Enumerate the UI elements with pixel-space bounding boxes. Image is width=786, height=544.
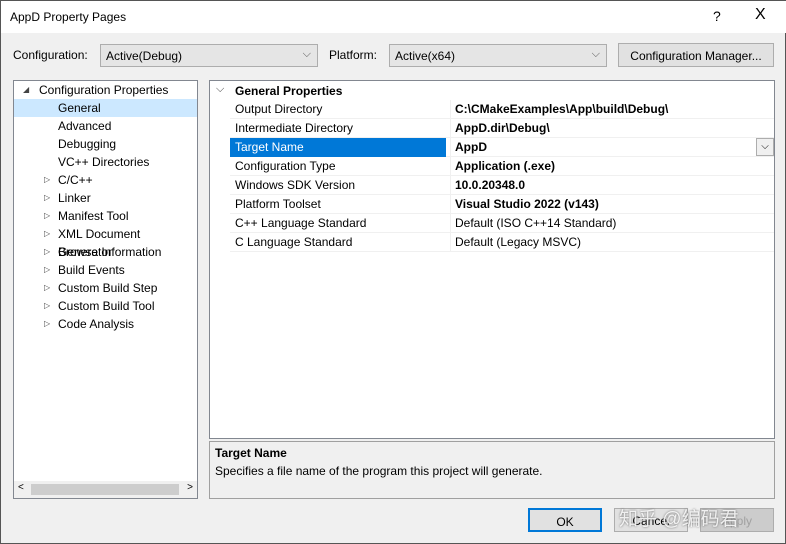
property-row[interactable]: C Language Standard Default (Legacy MSVC) — [230, 233, 774, 252]
property-row[interactable]: Windows SDK Version 10.0.20348.0 — [230, 176, 774, 195]
tree-item[interactable]: ▷ Code Analysis — [14, 315, 197, 333]
tree-item-label: Build Events — [58, 263, 125, 277]
scroll-right-icon[interactable]: > — [187, 482, 193, 493]
property-row[interactable]: Platform Toolset Visual Studio 2022 (v143… — [230, 195, 774, 214]
platform-label: Platform: — [329, 48, 378, 62]
expanded-triangle-icon: ◢ — [23, 85, 30, 94]
expand-triangle-icon[interactable]: ▷ — [44, 297, 50, 315]
property-tree: ◢ Configuration Properties General Advance… — [13, 80, 198, 499]
chevron-down-icon: ⌵ — [591, 48, 600, 60]
configuration-dropdown[interactable]: Active(Debug) ⌵ — [100, 44, 318, 67]
scrollbar-thumb[interactable] — [31, 484, 179, 495]
window-title: AppD Property Pages — [10, 10, 127, 24]
configuration-manager-button[interactable]: Configuration Manager... — [618, 43, 774, 67]
tree-root[interactable]: ◢ Configuration Properties — [14, 81, 197, 99]
tree-item-label: Custom Build Tool — [58, 299, 155, 313]
property-value[interactable]: Visual Studio 2022 (v143) — [450, 195, 774, 214]
property-row[interactable]: Target Name AppD ⌵ — [230, 138, 774, 157]
chevron-down-icon[interactable]: ⌵ — [756, 138, 774, 156]
property-value[interactable]: Application (.exe) — [450, 157, 774, 176]
property-row[interactable]: C++ Language Standard Default (ISO C++14 … — [230, 214, 774, 233]
property-value[interactable]: 10.0.20348.0 — [450, 176, 774, 195]
help-button[interactable]: ? — [713, 8, 721, 24]
platform-value: Active(x64) — [395, 49, 456, 63]
tree-item[interactable]: Advanced — [14, 117, 197, 135]
tree-item[interactable]: ▷ C/C++ — [14, 171, 197, 189]
chevron-down-icon: ⌵ — [302, 48, 311, 60]
tree-item-label: Browse Information — [58, 245, 162, 259]
tree-item[interactable]: ▷ Build Events — [14, 261, 197, 279]
property-value[interactable]: C:\CMakeExamples\App\build\Debug\ — [450, 100, 774, 119]
collapse-chevron-icon[interactable]: ⌵ — [216, 83, 224, 96]
tree-item[interactable]: ▷ Custom Build Tool — [14, 297, 197, 315]
close-button[interactable]: X — [755, 6, 766, 24]
description-text: Specifies a file name of the program thi… — [215, 464, 543, 478]
property-row[interactable]: Intermediate Directory AppD.dir\Debug\ — [230, 119, 774, 138]
tree-item[interactable]: ▷ Browse Information — [14, 243, 197, 261]
property-row[interactable]: Configuration Type Application (.exe) — [230, 157, 774, 176]
scroll-left-icon[interactable]: < — [18, 482, 24, 493]
tree-item-label: Advanced — [58, 119, 112, 133]
property-grid: ⌵ General Properties Output Directory C:\… — [209, 80, 775, 439]
tree-item-label: Manifest Tool — [58, 209, 129, 223]
expand-triangle-icon[interactable]: ▷ — [44, 261, 50, 279]
expand-triangle-icon[interactable]: ▷ — [44, 315, 50, 333]
tree-item[interactable]: ▷ Custom Build Step — [14, 279, 197, 297]
tree-item[interactable]: VC++ Directories — [14, 153, 197, 171]
expand-triangle-icon[interactable]: ▷ — [44, 243, 50, 261]
tree-item-label: VC++ Directories — [58, 155, 150, 169]
property-name: Platform Toolset — [235, 197, 321, 211]
property-name: Configuration Type — [235, 159, 336, 173]
tree-item-label: General — [58, 101, 101, 115]
tree-item[interactable]: ▷ Manifest Tool — [14, 207, 197, 225]
tree-item-label: Debugging — [58, 137, 117, 151]
property-name: Target Name — [230, 138, 446, 157]
description-title: Target Name — [215, 446, 287, 460]
property-value[interactable]: Default (Legacy MSVC) — [450, 233, 774, 252]
platform-dropdown[interactable]: Active(x64) ⌵ — [389, 44, 607, 67]
expand-triangle-icon[interactable]: ▷ — [44, 189, 50, 207]
configuration-label: Configuration: — [13, 48, 88, 62]
property-value[interactable]: Default (ISO C++14 Standard) — [450, 214, 774, 233]
tree-item[interactable]: ▷ Linker — [14, 189, 197, 207]
tree-item-label: Code Analysis — [58, 317, 135, 331]
watermark: 知乎 @编码君 — [619, 509, 739, 530]
expand-triangle-icon[interactable]: ▷ — [44, 171, 50, 189]
ok-button[interactable]: OK — [528, 508, 602, 532]
configuration-value: Active(Debug) — [106, 49, 183, 63]
tree-item[interactable]: ▷ XML Document Generator — [14, 225, 197, 259]
property-name: Windows SDK Version — [235, 178, 356, 192]
expand-triangle-icon[interactable]: ▷ — [44, 207, 50, 225]
expand-triangle-icon[interactable]: ▷ — [44, 225, 50, 243]
tree-item-label: C/C++ — [58, 173, 93, 187]
horizontal-scrollbar[interactable]: < > — [14, 481, 197, 498]
tree-item[interactable]: Debugging — [14, 135, 197, 153]
tree-item-label: Custom Build Step — [58, 281, 158, 295]
property-value[interactable]: AppD — [450, 138, 774, 157]
property-row[interactable]: Output Directory C:\CMakeExamples\App\bui… — [230, 100, 774, 119]
property-name: Intermediate Directory — [235, 121, 354, 135]
section-header: General Properties — [235, 84, 343, 98]
property-value[interactable]: AppD.dir\Debug\ — [450, 119, 774, 138]
property-name: C++ Language Standard — [235, 216, 367, 230]
tree-root-label: Configuration Properties — [39, 83, 169, 97]
tree-item-label: Linker — [58, 191, 91, 205]
tree-item[interactable]: General — [14, 99, 197, 117]
property-name: C Language Standard — [235, 235, 353, 249]
expand-triangle-icon[interactable]: ▷ — [44, 279, 50, 297]
description-panel: Target Name Specifies a file name of the… — [209, 441, 775, 499]
property-name: Output Directory — [235, 102, 323, 116]
